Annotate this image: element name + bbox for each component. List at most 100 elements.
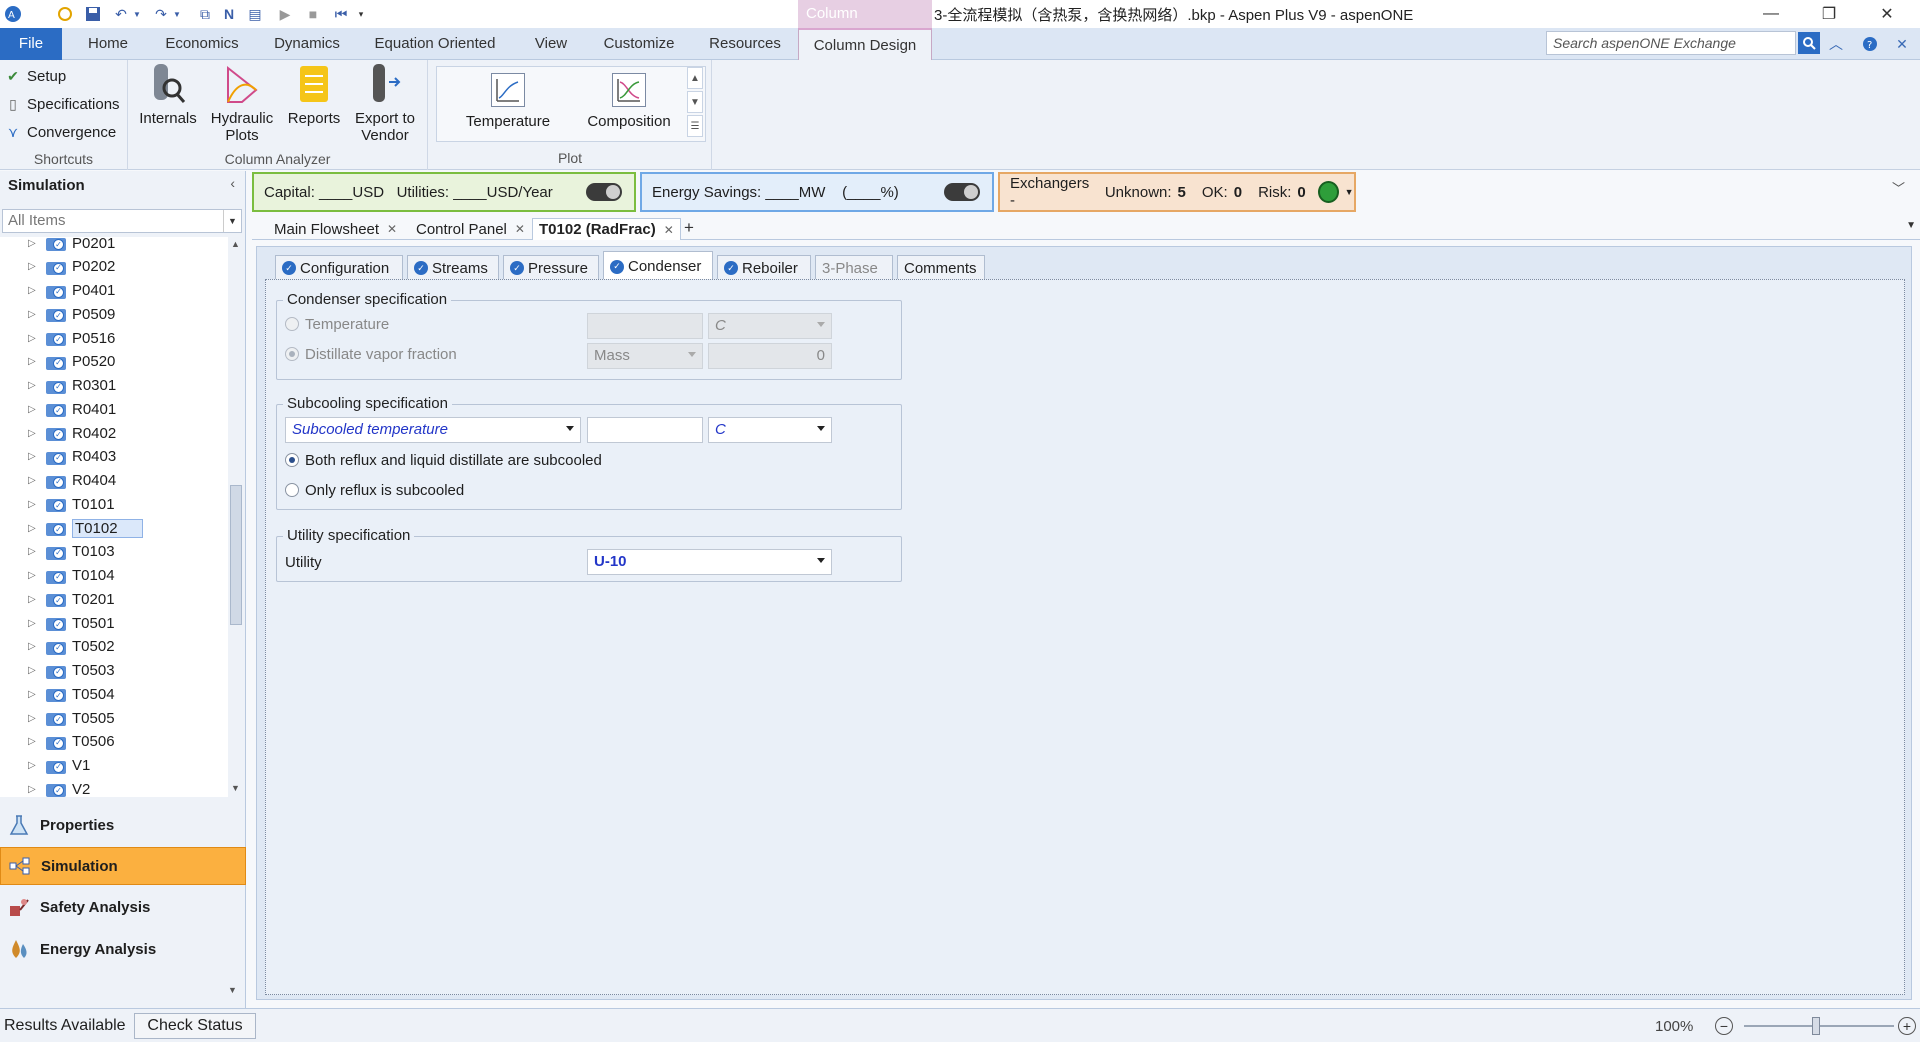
- expand-arrow-icon[interactable]: ▷: [28, 451, 46, 462]
- capital-toggle[interactable]: [586, 183, 622, 201]
- tab-economics[interactable]: Economics: [156, 28, 248, 60]
- temperature-plot-button[interactable]: Temperature: [457, 73, 559, 130]
- subcooled-temperature-unit-select[interactable]: C: [708, 417, 832, 443]
- distillate-vapor-fraction-radio[interactable]: [285, 347, 299, 361]
- tab-home[interactable]: Home: [74, 28, 142, 60]
- tree-item-t0201[interactable]: ▷ ✓ T0201: [28, 588, 115, 610]
- run-icon[interactable]: ▶: [274, 3, 296, 25]
- restore-button[interactable]: ❐: [1806, 0, 1852, 28]
- tree-item-t0502[interactable]: ▷ ✓ T0502: [28, 636, 115, 658]
- tree-item-p0202[interactable]: ▷ ✓ P0202: [28, 256, 115, 278]
- tree-item-t0503[interactable]: ▷ ✓ T0503: [28, 660, 115, 682]
- scroll-up-icon[interactable]: ▲: [231, 239, 240, 249]
- internals-button[interactable]: Internals: [138, 62, 198, 127]
- expand-arrow-icon[interactable]: ▷: [28, 499, 46, 510]
- search-button[interactable]: [1798, 32, 1820, 54]
- tab-pressure[interactable]: ✓ Pressure: [503, 255, 599, 281]
- subcooling-type-select[interactable]: Subcooled temperature: [285, 417, 581, 443]
- tree-item-r0403[interactable]: ▷ ✓ R0403: [28, 446, 116, 468]
- undo-icon[interactable]: ↶: [110, 3, 132, 25]
- tree-item-r0301[interactable]: ▷ ✓ R0301: [28, 375, 116, 397]
- close-ribbon-icon[interactable]: ✕: [1892, 34, 1912, 54]
- tree-item-p0509[interactable]: ▷ ✓ P0509: [28, 303, 115, 325]
- tree-item-r0401[interactable]: ▷ ✓ R0401: [28, 398, 116, 420]
- flowsheet-icon[interactable]: ⧉: [194, 3, 216, 25]
- tab-comments[interactable]: Comments: [897, 255, 985, 281]
- control-panel-icon[interactable]: ▤: [244, 3, 266, 25]
- hydraulic-plots-button[interactable]: Hydraulic Plots: [208, 62, 276, 144]
- doctab-t0102[interactable]: T0102 (RadFrac) ✕: [532, 218, 681, 240]
- distillate-vapor-fraction-option[interactable]: Distillate vapor fraction: [285, 341, 457, 367]
- gallery-scroll-up-icon[interactable]: ▲: [687, 67, 703, 89]
- temperature-option[interactable]: Temperature: [285, 311, 389, 337]
- tab-condenser[interactable]: ✓ Condenser: [603, 251, 713, 282]
- close-icon[interactable]: ✕: [664, 223, 674, 237]
- search-input[interactable]: Search aspenONE Exchange: [1546, 31, 1796, 55]
- close-icon[interactable]: ✕: [387, 222, 397, 236]
- reports-button[interactable]: Reports: [284, 62, 344, 127]
- stop-icon[interactable]: ■: [302, 3, 324, 25]
- tab-dynamics[interactable]: Dynamics: [264, 28, 350, 60]
- zoom-in-icon[interactable]: +: [1898, 1017, 1916, 1035]
- expand-arrow-icon[interactable]: ▷: [28, 356, 46, 367]
- tree-item-v1[interactable]: ▷ ✓ V1: [28, 755, 90, 777]
- tab-streams[interactable]: ✓ Streams: [407, 255, 499, 281]
- tree-item-p0201[interactable]: ▷ ✓ P0201: [28, 237, 115, 254]
- tab-reboiler[interactable]: ✓ Reboiler: [717, 255, 811, 281]
- setup-button[interactable]: ✔ Setup: [4, 65, 66, 87]
- tree-item-t0104[interactable]: ▷ ✓ T0104: [28, 565, 115, 587]
- close-button[interactable]: ✕: [1864, 0, 1910, 28]
- expand-arrow-icon[interactable]: ▷: [28, 713, 46, 724]
- expand-arrow-icon[interactable]: ▷: [28, 428, 46, 439]
- redo-icon[interactable]: ↷: [150, 3, 172, 25]
- doctab-control-panel[interactable]: Control Panel ✕: [410, 218, 531, 240]
- expand-arrow-icon[interactable]: ▷: [28, 665, 46, 676]
- help-icon[interactable]: ?: [1860, 34, 1880, 54]
- subcool-reflux-option[interactable]: Only reflux is subcooled: [285, 477, 464, 503]
- tab-view[interactable]: View: [522, 28, 580, 60]
- new-icon[interactable]: [54, 3, 76, 25]
- tree-item-t0103[interactable]: ▷ ✓ T0103: [28, 541, 115, 563]
- nav-more-icon[interactable]: ▼: [228, 985, 237, 995]
- pane-simulation[interactable]: Simulation: [0, 847, 246, 885]
- doctab-main-flowsheet[interactable]: Main Flowsheet ✕: [268, 218, 403, 240]
- tab-equation-oriented[interactable]: Equation Oriented: [368, 28, 502, 60]
- subcool-both-radio[interactable]: [285, 453, 299, 467]
- tab-customize[interactable]: Customize: [594, 28, 684, 60]
- energy-toggle[interactable]: [944, 183, 980, 201]
- tab-list-dropdown-icon[interactable]: ▼: [1906, 220, 1916, 231]
- next-icon[interactable]: N: [218, 3, 240, 25]
- condenser-temperature-input[interactable]: [587, 313, 703, 339]
- expand-arrow-icon[interactable]: ▷: [28, 689, 46, 700]
- expand-arrow-icon[interactable]: ▷: [28, 570, 46, 581]
- gallery-scroll-down-icon[interactable]: ▼: [687, 91, 703, 113]
- reset-icon[interactable]: ⏮: [330, 3, 352, 25]
- pane-energy-analysis[interactable]: Energy Analysis: [0, 930, 246, 968]
- dvf-basis-select[interactable]: Mass: [587, 343, 703, 369]
- expand-arrow-icon[interactable]: ▷: [28, 641, 46, 652]
- pane-safety-analysis[interactable]: Safety Analysis: [0, 888, 246, 926]
- expand-arrow-icon[interactable]: ▷: [28, 546, 46, 557]
- add-tab-icon[interactable]: +: [684, 218, 694, 238]
- close-icon[interactable]: ✕: [515, 222, 525, 236]
- condenser-temperature-unit-select[interactable]: C: [708, 313, 832, 339]
- expand-arrow-icon[interactable]: ▷: [28, 285, 46, 296]
- tree-item-v2[interactable]: ▷ ✓ V2: [28, 778, 90, 797]
- chevron-down-icon[interactable]: ▼: [1345, 187, 1354, 197]
- scrollbar-thumb[interactable]: [230, 485, 242, 625]
- tab-column-design[interactable]: Column Design: [798, 28, 932, 61]
- expand-arrow-icon[interactable]: ▷: [28, 475, 46, 486]
- expand-arrow-icon[interactable]: ▷: [28, 261, 46, 272]
- export-to-vendor-button[interactable]: Export to Vendor: [350, 62, 420, 144]
- tree-item-p0520[interactable]: ▷ ✓ P0520: [28, 351, 115, 373]
- tree-item-p0516[interactable]: ▷ ✓ P0516: [28, 327, 115, 349]
- expand-arrow-icon[interactable]: ▷: [28, 238, 46, 249]
- banner-collapse-icon[interactable]: ﹀: [1892, 178, 1905, 197]
- zoom-out-icon[interactable]: −: [1715, 1017, 1733, 1035]
- specifications-button[interactable]: ▯ Specifications: [4, 93, 119, 115]
- dvf-value-input[interactable]: 0: [708, 343, 832, 369]
- tree-item-t0102[interactable]: ▷ ✓ T0102: [28, 517, 143, 539]
- subcooled-temperature-input[interactable]: [587, 417, 703, 443]
- save-icon[interactable]: [82, 3, 104, 25]
- minimize-ribbon-icon[interactable]: ︿: [1826, 34, 1846, 54]
